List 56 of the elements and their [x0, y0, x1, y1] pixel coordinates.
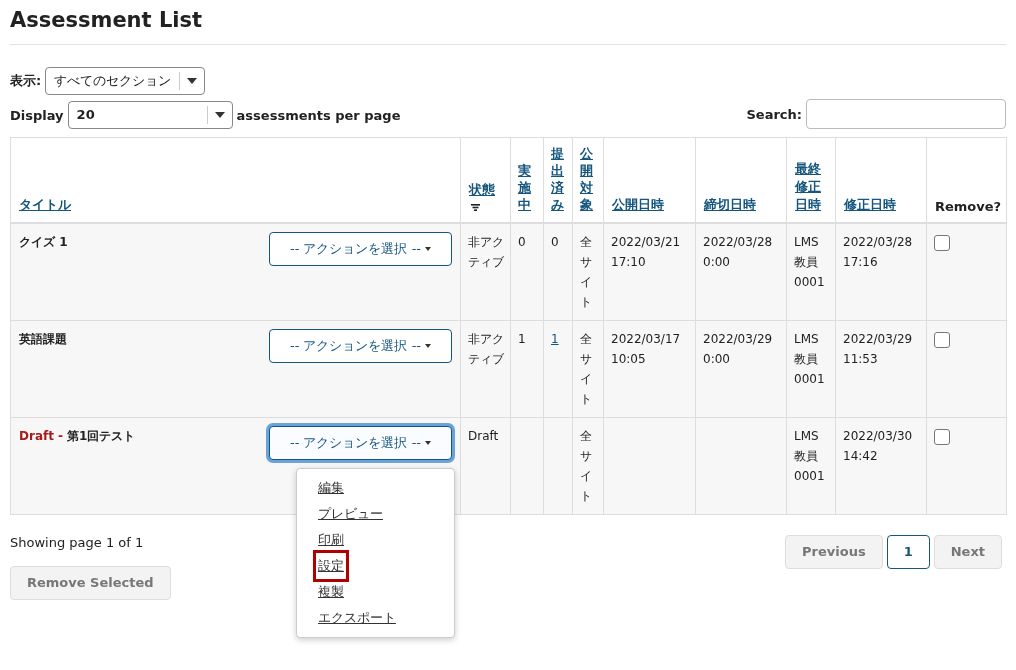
per-page-label: assessments per page [236, 107, 401, 123]
search-label: Search: [746, 106, 802, 122]
status-text: Draft [468, 428, 499, 443]
status-text: 非アクティブ [468, 234, 504, 269]
column-header[interactable]: 公開日時 [612, 195, 691, 214]
row-checkbox[interactable] [934, 331, 950, 348]
audience-text: 全サイト [580, 428, 592, 503]
date-text: 2022/03/17 10:05 [611, 331, 681, 366]
page-size-select[interactable]: 20 [67, 101, 233, 129]
date-text: 2022/03/28 17:16 [843, 234, 913, 269]
count-text: 0 [518, 234, 526, 249]
menu-item[interactable]: 編集 [316, 474, 346, 501]
caret-icon [187, 78, 198, 84]
column-header: Remove? [935, 198, 1002, 214]
assessment-title: 第1回テスト [67, 428, 136, 443]
action-select[interactable]: -- アクションを選択 -- [269, 328, 452, 363]
date-text: 2022/03/29 0:00 [703, 331, 773, 366]
count-text: 0 [551, 234, 559, 249]
row-checkbox[interactable] [934, 428, 950, 445]
user-text: LMS 教員 0001 [794, 234, 825, 289]
page-button[interactable]: 1 [886, 534, 930, 569]
display-label: Display [10, 107, 64, 123]
section-select[interactable]: すべてのセクション [45, 67, 206, 95]
page-info: Showing page 1 of 1 [10, 534, 145, 550]
column-header[interactable]: 締切日時 [704, 195, 782, 214]
column-header[interactable]: 修正日時 [844, 195, 922, 214]
caret-icon [214, 112, 225, 118]
audience-text: 全サイト [580, 234, 592, 309]
date-text: 2022/03/28 0:00 [703, 234, 773, 269]
draft-label: Draft - [19, 428, 64, 443]
audience-text: 全サイト [580, 331, 592, 406]
row-checkbox[interactable] [934, 234, 950, 251]
user-text: LMS 教員 0001 [794, 428, 825, 483]
filter-label: 表示: [10, 72, 42, 90]
count-link[interactable]: 1 [551, 331, 559, 346]
filter-icon [471, 203, 480, 211]
search-field[interactable] [806, 99, 1006, 129]
user-text: LMS 教員 0001 [794, 331, 825, 386]
date-text: 2022/03/29 11:53 [843, 331, 913, 366]
menu-item[interactable]: 複製 [316, 578, 346, 605]
status-text: 非アクティブ [468, 331, 504, 366]
action-select[interactable]: -- アクションを選択 -- [269, 425, 452, 460]
assessment-title: 英語課題 [19, 331, 67, 346]
date-text: 2022/03/30 14:42 [843, 428, 913, 463]
menu-item[interactable]: エクスポート [316, 604, 398, 631]
next-button[interactable]: Next [933, 534, 1002, 569]
menu-item[interactable]: 印刷 [316, 526, 346, 553]
page-title: Assessment List [10, 0, 1006, 45]
menu-item[interactable]: プレビュー [316, 500, 385, 527]
remove-selected-button[interactable]: Remove Selected [10, 565, 171, 600]
count-text: 1 [518, 331, 526, 346]
previous-button[interactable]: Previous [785, 534, 883, 569]
menu-item[interactable]: 設定 [316, 552, 346, 579]
date-text: 2022/03/21 17:10 [611, 234, 681, 269]
assessment-title: クイズ 1 [19, 234, 68, 249]
action-select[interactable]: -- アクションを選択 -- [269, 231, 452, 266]
